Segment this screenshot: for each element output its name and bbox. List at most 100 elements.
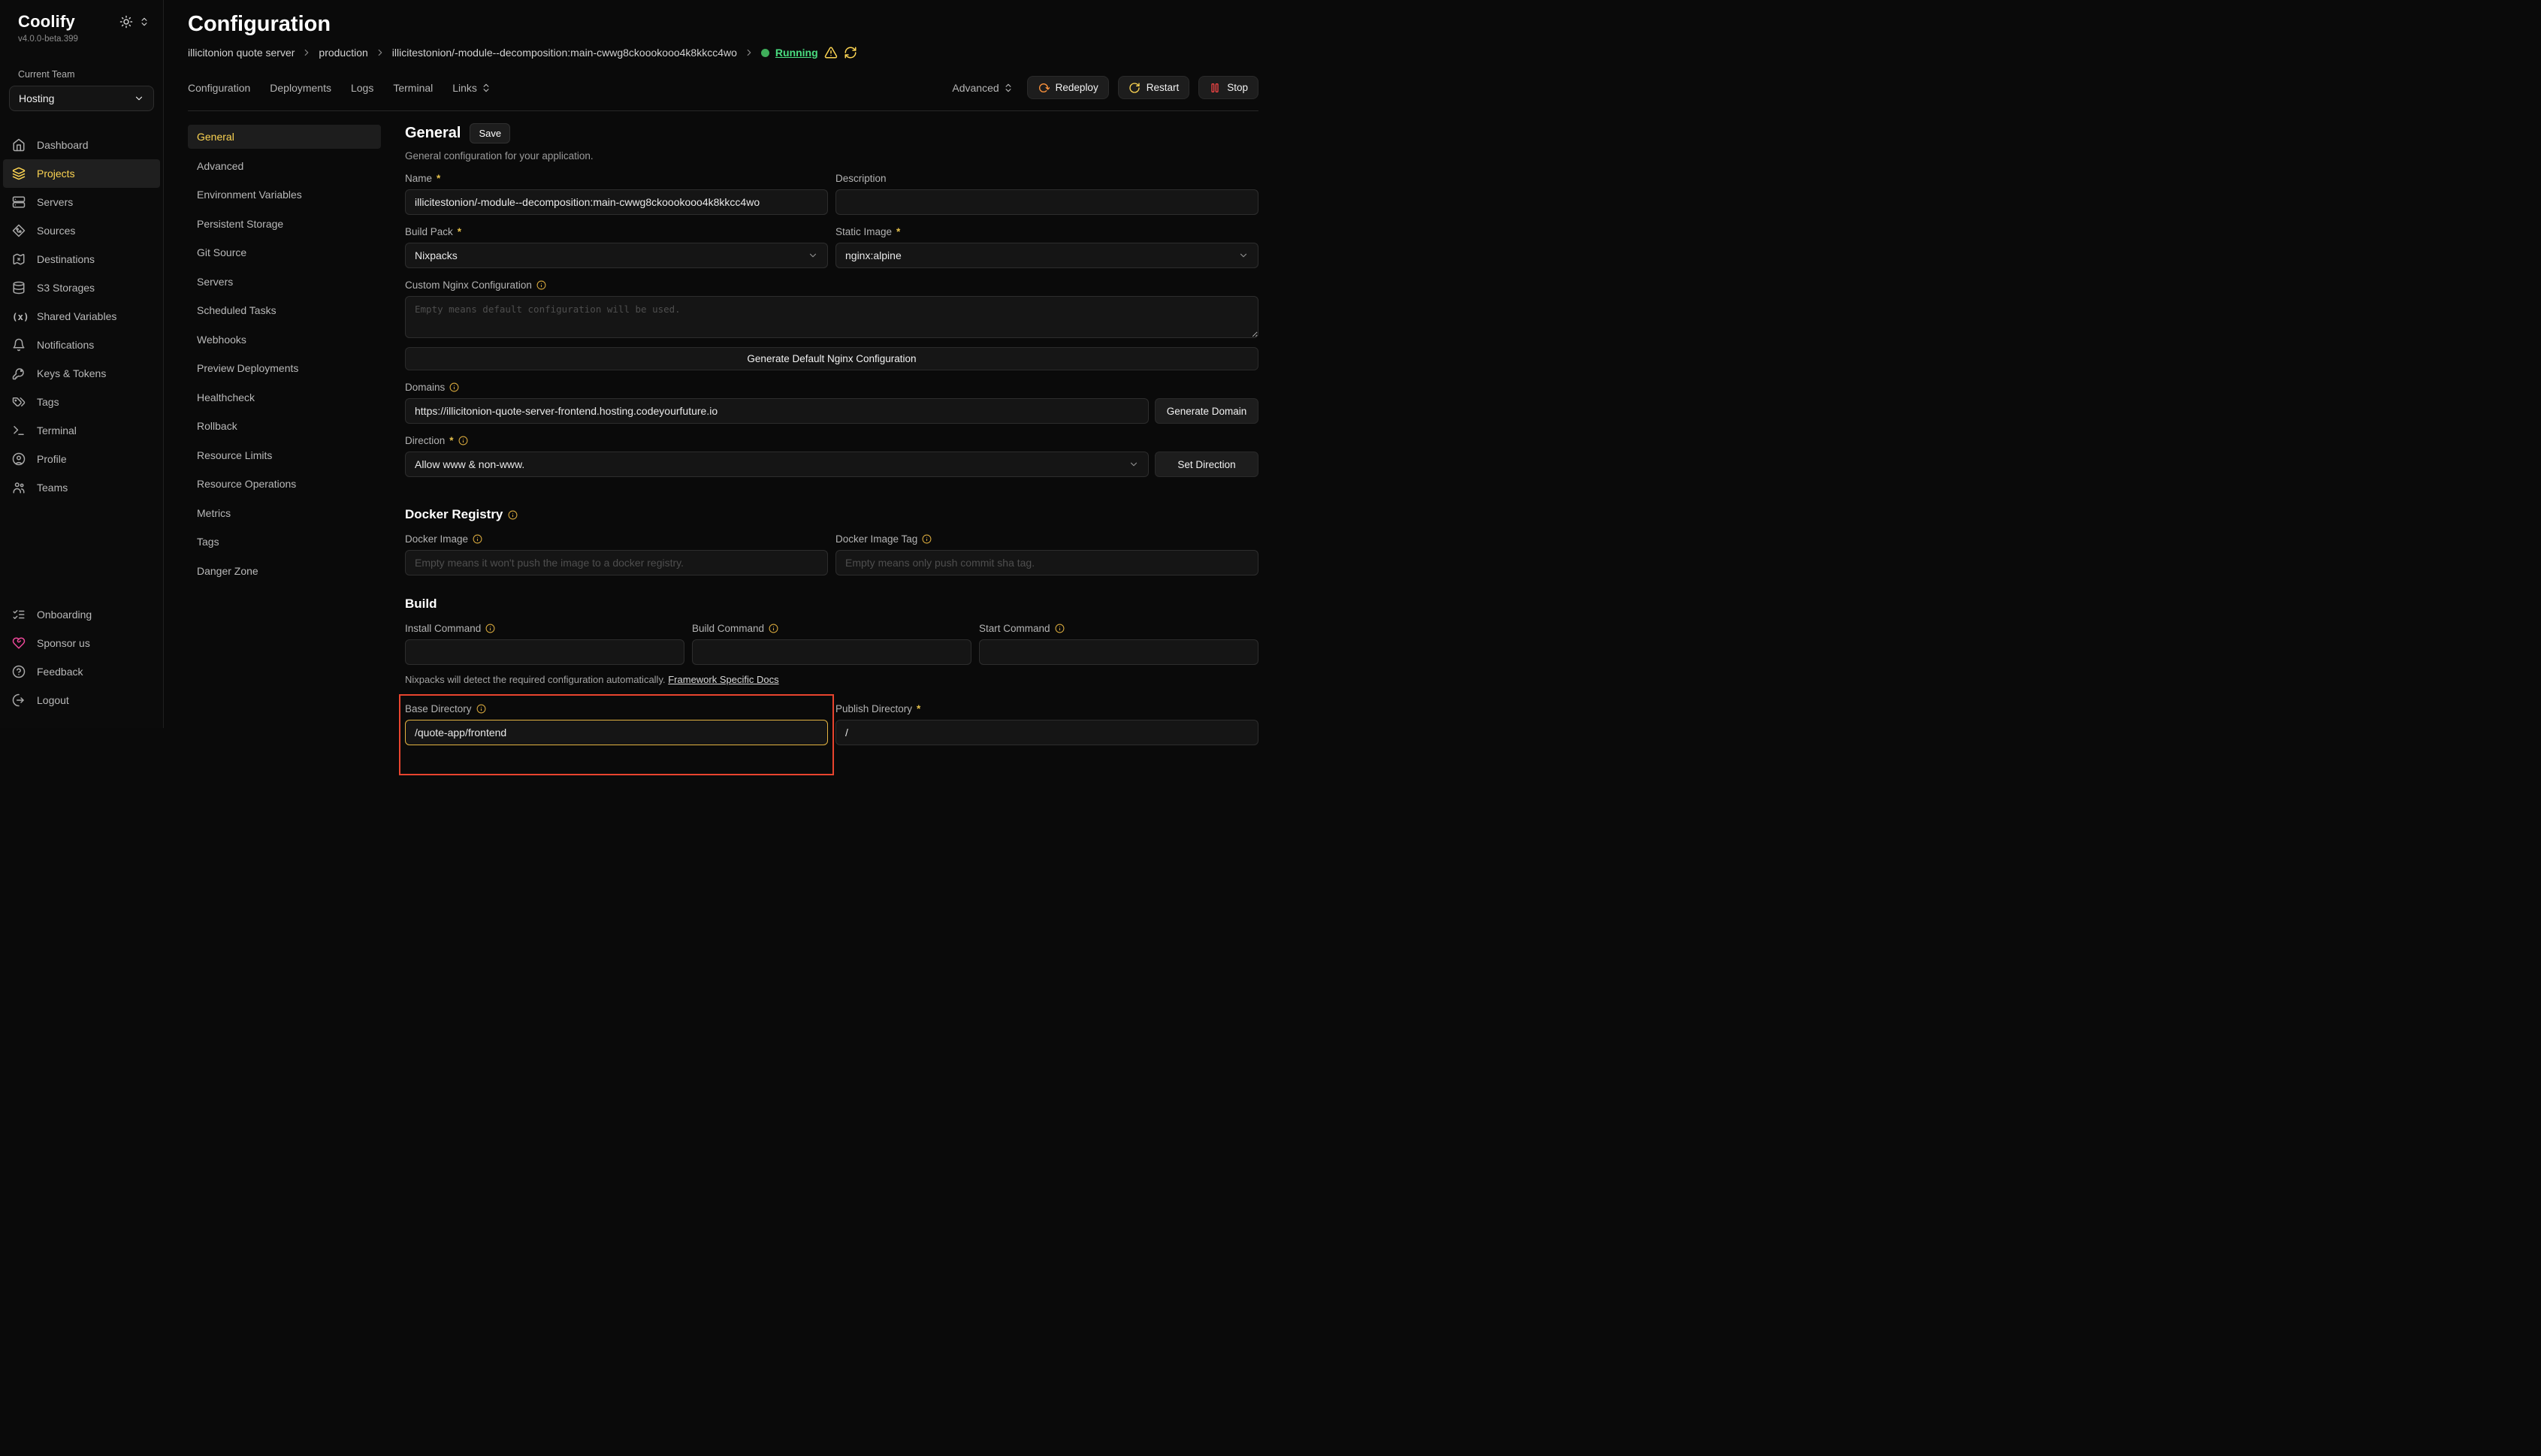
sidebar-footer-nav: Onboarding Sponsor us Feedback Logout xyxy=(0,600,163,714)
status-badge: Running xyxy=(761,46,857,59)
name-input[interactable] xyxy=(405,189,828,215)
subnav-item-persistent-storage[interactable]: Persistent Storage xyxy=(188,212,381,236)
docker-image-tag-input[interactable] xyxy=(835,550,1258,575)
restart-button[interactable]: Restart xyxy=(1118,76,1190,99)
info-icon[interactable] xyxy=(769,624,778,633)
start-command-input[interactable] xyxy=(979,639,1258,665)
generate-domain-button[interactable]: Generate Domain xyxy=(1155,398,1258,424)
sidebar-item-shared-variables[interactable]: (x) Shared Variables xyxy=(3,302,160,331)
info-icon[interactable] xyxy=(508,510,518,520)
sidebar-item-label: Tags xyxy=(37,396,59,408)
main-area: Configuration illicitonion quote server … xyxy=(164,0,1270,728)
stop-pause-icon xyxy=(1209,82,1221,94)
docker-image-input[interactable] xyxy=(405,550,828,575)
sidebar-item-label: S3 Storages xyxy=(37,282,95,294)
sidebar-item-servers[interactable]: Servers xyxy=(3,188,160,216)
sidebar-item-label: Dashboard xyxy=(37,139,89,151)
subnav-item-servers[interactable]: Servers xyxy=(188,270,381,294)
sidebar-item-onboarding[interactable]: Onboarding xyxy=(3,600,160,629)
sidebar-item-label: Terminal xyxy=(37,424,77,436)
stop-label: Stop xyxy=(1227,82,1248,93)
subnav-item-rollback[interactable]: Rollback xyxy=(188,414,381,438)
generate-nginx-button[interactable]: Generate Default Nginx Configuration xyxy=(405,347,1258,370)
sidebar-item-sources[interactable]: Sources xyxy=(3,216,160,245)
info-icon[interactable] xyxy=(473,534,482,544)
sidebar-item-terminal[interactable]: Terminal xyxy=(3,416,160,445)
subnav-item-scheduled-tasks[interactable]: Scheduled Tasks xyxy=(188,298,381,322)
tab-logs[interactable]: Logs xyxy=(351,82,373,94)
set-direction-button[interactable]: Set Direction xyxy=(1155,452,1258,477)
direction-select[interactable]: Allow www & non-www. xyxy=(405,452,1149,477)
tab-terminal[interactable]: Terminal xyxy=(393,82,433,94)
redeploy-button[interactable]: Redeploy xyxy=(1027,76,1109,99)
save-button[interactable]: Save xyxy=(470,123,510,143)
sidebar-item-keys-tokens[interactable]: Keys & Tokens xyxy=(3,359,160,388)
tab-deployments[interactable]: Deployments xyxy=(270,82,331,94)
breadcrumb-environment[interactable]: production xyxy=(319,47,367,59)
subnav-item-metrics[interactable]: Metrics xyxy=(188,501,381,525)
subnav-item-advanced[interactable]: Advanced xyxy=(188,154,381,178)
info-icon[interactable] xyxy=(536,280,546,290)
sidebar-item-profile[interactable]: Profile xyxy=(3,445,160,473)
sidebar-item-destinations[interactable]: Destinations xyxy=(3,245,160,273)
nixpacks-note: Nixpacks will detect the required config… xyxy=(405,674,1258,685)
subnav-item-resource-operations[interactable]: Resource Operations xyxy=(188,472,381,496)
sidebar-item-tags[interactable]: Tags xyxy=(3,388,160,416)
publish-directory-label: Publish Directory* xyxy=(835,703,1258,714)
subnav-item-general[interactable]: General xyxy=(188,125,381,149)
publish-directory-input[interactable] xyxy=(835,720,1258,745)
sun-icon[interactable] xyxy=(119,15,133,29)
subnav-item-git-source[interactable]: Git Source xyxy=(188,240,381,264)
breadcrumb-project[interactable]: illicitonion quote server xyxy=(188,47,295,59)
sidebar-item-label: Sponsor us xyxy=(37,637,90,649)
theme-selector-chevrons-icon[interactable] xyxy=(139,17,150,27)
tab-links[interactable]: Links xyxy=(452,82,491,94)
sidebar-item-teams[interactable]: Teams xyxy=(3,473,160,502)
restart-label: Restart xyxy=(1147,82,1180,93)
subnav-item-preview-deployments[interactable]: Preview Deployments xyxy=(188,356,381,380)
subnav-item-tags[interactable]: Tags xyxy=(188,530,381,554)
build-pack-select[interactable]: Nixpacks xyxy=(405,243,828,268)
stop-button[interactable]: Stop xyxy=(1198,76,1258,99)
build-pack-value: Nixpacks xyxy=(415,249,458,261)
description-input[interactable] xyxy=(835,189,1258,215)
direction-label: Direction* xyxy=(405,435,1258,446)
static-image-select[interactable]: nginx:alpine xyxy=(835,243,1258,268)
sidebar-item-projects[interactable]: Projects xyxy=(3,159,160,188)
install-command-input[interactable] xyxy=(405,639,684,665)
custom-nginx-textarea[interactable] xyxy=(405,296,1258,338)
subnav-item-danger-zone[interactable]: Danger Zone xyxy=(188,559,381,583)
sidebar-item-label: Projects xyxy=(37,168,75,180)
info-icon[interactable] xyxy=(1055,624,1065,633)
info-icon[interactable] xyxy=(458,436,468,446)
info-icon[interactable] xyxy=(485,624,495,633)
refresh-icon[interactable] xyxy=(844,46,857,59)
tab-configuration[interactable]: Configuration xyxy=(188,82,250,94)
team-select[interactable]: Hosting xyxy=(9,86,154,111)
app-version: v4.0.0-beta.399 xyxy=(0,32,163,44)
framework-docs-link[interactable]: Framework Specific Docs xyxy=(668,674,778,685)
sidebar-item-feedback[interactable]: Feedback xyxy=(3,657,160,686)
breadcrumb-application[interactable]: illicitestonion/-module--decomposition:m… xyxy=(392,47,737,59)
info-icon[interactable] xyxy=(449,382,459,392)
sidebar-item-logout[interactable]: Logout xyxy=(3,686,160,714)
bell-icon xyxy=(12,338,26,352)
domains-input[interactable] xyxy=(405,398,1149,424)
sidebar-item-notifications[interactable]: Notifications xyxy=(3,331,160,359)
advanced-dropdown[interactable]: Advanced xyxy=(952,82,1013,94)
info-icon[interactable] xyxy=(476,704,486,714)
app-layout: Coolify v4.0.0-beta.399 Current Team Hos… xyxy=(0,0,1270,728)
build-command-input[interactable] xyxy=(692,639,971,665)
subnav-item-healthcheck[interactable]: Healthcheck xyxy=(188,385,381,409)
sidebar-item-s3-storages[interactable]: S3 Storages xyxy=(3,273,160,302)
info-icon[interactable] xyxy=(922,534,932,544)
sidebar-item-dashboard[interactable]: Dashboard xyxy=(3,131,160,159)
base-directory-input[interactable] xyxy=(405,720,828,745)
warning-triangle-icon[interactable] xyxy=(824,46,838,59)
sidebar-item-sponsor-us[interactable]: Sponsor us xyxy=(3,629,160,657)
subnav-item-resource-limits[interactable]: Resource Limits xyxy=(188,443,381,467)
sidebar-nav: Dashboard Projects Servers Sources Desti… xyxy=(0,131,163,502)
subnav-item-webhooks[interactable]: Webhooks xyxy=(188,328,381,352)
running-status-link[interactable]: Running xyxy=(775,47,818,59)
subnav-item-environment-variables[interactable]: Environment Variables xyxy=(188,183,381,207)
